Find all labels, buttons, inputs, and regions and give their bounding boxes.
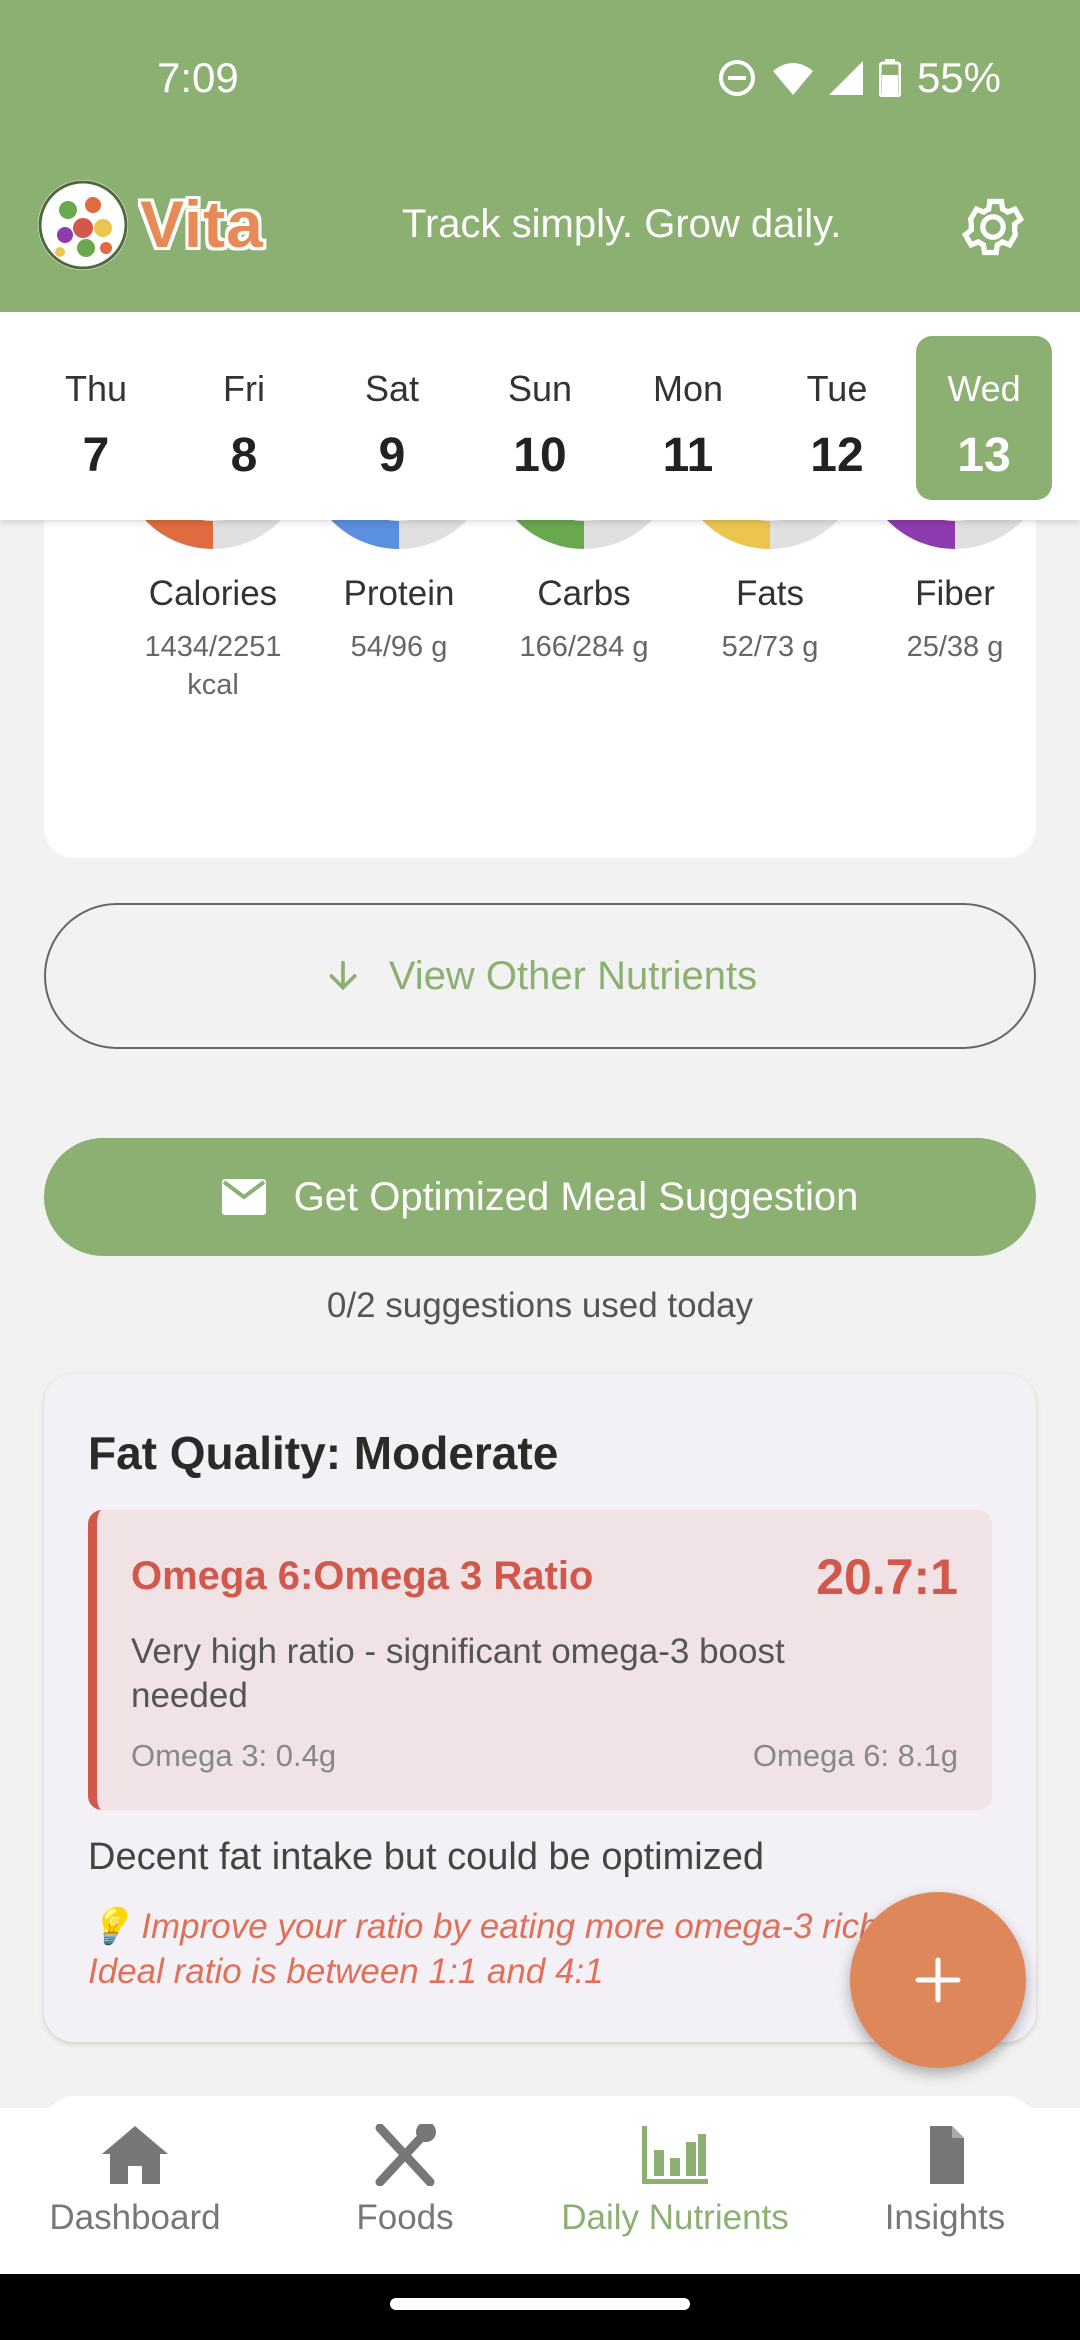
day-thu[interactable]: Thu 7: [28, 336, 164, 500]
macro-name: Fats: [735, 574, 805, 613]
tagline: Track simply. Grow daily.: [402, 202, 842, 246]
day-mon[interactable]: Mon 11: [620, 336, 756, 500]
app-logo: [38, 180, 128, 270]
day-name: Thu: [64, 368, 128, 409]
dnd-icon: [718, 60, 755, 96]
day-number: 7: [82, 429, 110, 482]
day-name: Sun: [507, 368, 573, 409]
day-wed[interactable]: Wed 13: [916, 336, 1052, 500]
bar-chart-icon: [642, 2126, 708, 2184]
settings-button[interactable]: [958, 192, 1028, 262]
signal-icon: [828, 61, 863, 95]
app-header: [0, 0, 1080, 312]
bottom-navigation: Dashboard Foods Daily Nutrients Insights: [0, 2108, 1080, 2274]
battery-level: 55%: [916, 54, 1001, 101]
macro-name: Calories: [148, 574, 278, 613]
macro-name: Fiber: [915, 574, 995, 613]
macro-value: 25/38 g: [906, 631, 1004, 663]
macro-name: Protein: [343, 574, 455, 613]
macro-value: 1434/2251: [144, 631, 282, 663]
macro-name: Carbs: [537, 574, 631, 613]
day-number: 11: [662, 429, 714, 482]
battery-icon: [878, 59, 901, 97]
view-other-label: View Other Nutrients: [388, 953, 758, 998]
nav-label: Insights: [884, 2198, 1006, 2237]
day-sat[interactable]: Sat 9: [324, 336, 460, 500]
omega-ratio-box: Omega 6:Omega 3 Ratio 20.7:1 Very high r…: [88, 1510, 992, 1810]
plus-icon: [915, 1957, 961, 2003]
day-name: Mon: [652, 368, 724, 409]
envelope-icon: [221, 1179, 266, 1215]
view-other-nutrients-button[interactable]: View Other Nutrients: [44, 903, 1036, 1049]
home-gesture-pill[interactable]: [390, 2298, 690, 2310]
day-number: 10: [513, 429, 567, 482]
app-name: Vita: [140, 187, 264, 261]
nav-label: Daily Nutrients: [561, 2198, 789, 2237]
meal-suggestion-button[interactable]: Get Optimized Meal Suggestion: [44, 1138, 1036, 1256]
day-number: 12: [810, 429, 864, 482]
document-icon: [930, 2126, 964, 2184]
day-name: Tue: [806, 368, 868, 409]
day-sun[interactable]: Sun 10: [472, 336, 608, 500]
utensils-icon: [375, 2124, 436, 2186]
day-name: Sat: [364, 368, 420, 409]
macro-value: 166/284 g: [519, 631, 649, 663]
macro-unit: kcal: [187, 669, 239, 701]
day-number: 8: [230, 429, 258, 482]
nav-label: Foods: [356, 2198, 454, 2237]
omega6-amount: Omega 6: 8.1g: [752, 1738, 958, 1773]
nav-dashboard[interactable]: Dashboard: [0, 2124, 270, 2238]
wifi-icon: [772, 63, 813, 95]
day-tue[interactable]: Tue 12: [769, 336, 905, 500]
nav-foods[interactable]: Foods: [270, 2124, 540, 2238]
add-food-fab[interactable]: [850, 1892, 1026, 2068]
ratio-label: Omega 6:Omega 3 Ratio: [131, 1554, 594, 1598]
status-icons: 55%: [717, 54, 1001, 102]
nav-insights[interactable]: Insights: [810, 2124, 1080, 2238]
suggestion-usage: 0/2 suggestions used today: [326, 1286, 754, 1325]
day-name: Wed: [947, 368, 1021, 409]
fat-quality-title: Fat Quality: Moderate: [88, 1427, 559, 1479]
ratio-value: 20.7:1: [816, 1549, 958, 1605]
day-number: 13: [957, 429, 1011, 482]
fat-summary: Decent fat intake but could be optimized: [88, 1836, 764, 1878]
meal-suggestion-label: Get Optimized Meal Suggestion: [293, 1174, 859, 1219]
status-time: 7:09: [157, 54, 239, 101]
day-name: Fri: [223, 368, 265, 409]
omega3-amount: Omega 3: 0.4g: [131, 1738, 337, 1773]
nav-daily-nutrients[interactable]: Daily Nutrients: [540, 2124, 810, 2238]
nav-label: Dashboard: [49, 2198, 221, 2237]
gear-icon: [961, 198, 1025, 256]
macro-value: 52/73 g: [721, 631, 819, 663]
day-number: 9: [378, 429, 406, 482]
arrow-down-icon: [329, 960, 357, 991]
home-icon: [102, 2126, 168, 2184]
ratio-description: Very high ratio - significant omega-3 bo…: [131, 1632, 785, 1715]
day-selector: Thu 7 Fri 8 Sat 9 Sun 10 Mon 11 Tue 12 Wed 13: [0, 312, 1080, 520]
day-fri[interactable]: Fri 8: [176, 336, 312, 500]
macro-value: 54/96 g: [350, 631, 448, 663]
